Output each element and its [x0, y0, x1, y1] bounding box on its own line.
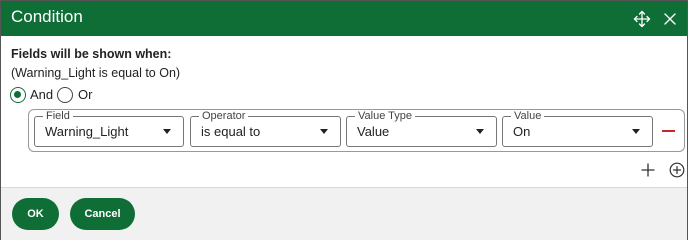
field-select-label: Field: [43, 110, 73, 122]
value-type-select-value: Value: [357, 124, 390, 139]
plus-circle-icon[interactable]: [669, 162, 685, 178]
value-type-select[interactable]: Value Type Value: [346, 110, 497, 147]
dialog-titlebar: Condition: [1, 1, 687, 36]
chevron-down-icon: [163, 129, 171, 134]
rule-heading: Fields will be shown when:: [11, 47, 172, 61]
value-type-select-label: Value Type: [355, 110, 416, 122]
field-select[interactable]: Field Warning_Light: [34, 110, 184, 147]
chevron-down-icon: [632, 129, 640, 134]
chevron-down-icon: [320, 129, 328, 134]
plus-icon[interactable]: [641, 163, 655, 177]
operator-select[interactable]: Operator is equal to: [190, 110, 341, 147]
chevron-down-icon: [476, 129, 484, 134]
close-icon[interactable]: [661, 10, 679, 28]
value-select-label: Value: [511, 110, 545, 122]
radio-and-label[interactable]: And: [30, 87, 53, 103]
radio-or-label[interactable]: Or: [78, 87, 92, 103]
condition-dialog: Condition Fields will be shown when: (Wa…: [0, 0, 688, 240]
value-select[interactable]: Value On: [502, 110, 653, 147]
radio-or[interactable]: [57, 87, 73, 103]
operator-select-value: is equal to: [201, 124, 261, 139]
dialog-title: Condition: [11, 7, 83, 26]
minus-icon[interactable]: [662, 130, 675, 132]
move-arrows-icon[interactable]: [633, 10, 651, 28]
cancel-button[interactable]: Cancel: [70, 198, 135, 230]
ok-button[interactable]: OK: [12, 198, 59, 230]
radio-and[interactable]: [10, 87, 26, 103]
value-select-value: On: [513, 124, 531, 139]
rule-summary: (Warning_Light is equal to On): [11, 66, 181, 80]
operator-select-label: Operator: [199, 110, 249, 122]
field-select-value: Warning_Light: [45, 124, 129, 139]
